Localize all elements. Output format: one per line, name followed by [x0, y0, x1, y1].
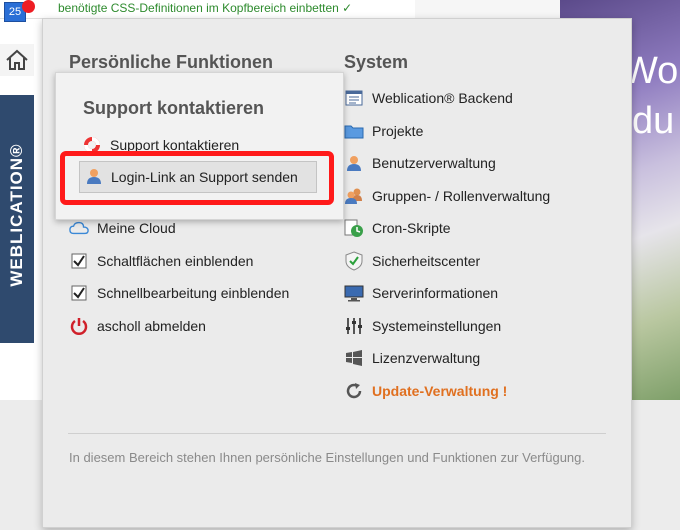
- menu-item-label: ascholl abmelden: [97, 318, 206, 334]
- monitor-icon: [344, 283, 364, 303]
- menu-item-projects[interactable]: Projekte: [344, 119, 423, 143]
- menu-item-license[interactable]: Lizenzverwaltung: [344, 346, 480, 370]
- menu-item-label: Cron-Skripte: [372, 220, 451, 236]
- menu-item-label: Weblication® Backend: [372, 90, 513, 106]
- brand-label: WEBLICATION®: [7, 143, 26, 287]
- license-icon: [344, 348, 364, 368]
- menu-item-logout[interactable]: ascholl abmelden: [69, 314, 206, 338]
- user-icon: [344, 153, 364, 173]
- status-message: benötigte CSS-Definitionen im Kopfbereic…: [58, 1, 353, 15]
- cron-clock-icon: [344, 218, 364, 238]
- top-status-bar: benötigte CSS-Definitionen im Kopfbereic…: [0, 0, 415, 19]
- menu-item-label: Serverinformationen: [372, 285, 499, 301]
- sliders-icon: [344, 316, 364, 336]
- menu-item-label: Update-Verwaltung !: [372, 383, 508, 399]
- checkbox-checked-icon: [69, 251, 89, 271]
- personal-functions-title: Persönliche Funktionen: [69, 52, 274, 72]
- menu-item-cron-scripts[interactable]: Cron-Skripte: [344, 216, 451, 240]
- refresh-icon: [344, 381, 364, 401]
- group-icon: [344, 186, 364, 206]
- notification-count: 25: [8, 6, 22, 18]
- menu-item-toggle-quickedit[interactable]: Schnellbearbeitung einblenden: [69, 281, 289, 305]
- menu-item-server-info[interactable]: Serverinformationen: [344, 281, 498, 305]
- menu-item-label: Schaltflächen einblenden: [97, 253, 254, 269]
- menu-item-groups-roles[interactable]: Gruppen- / Rollenverwaltung: [344, 184, 550, 208]
- menu-item-label: Gruppen- / Rollenverwaltung: [372, 188, 551, 204]
- notification-badge[interactable]: 25: [4, 0, 35, 22]
- notification-dot: [22, 0, 35, 13]
- backend-icon: [344, 88, 364, 108]
- menu-item-label: Projekte: [372, 123, 424, 139]
- panel-divider: [68, 433, 606, 434]
- menu-item-toggle-buttons[interactable]: Schaltflächen einblenden: [69, 249, 253, 273]
- menu-item-security-center[interactable]: Sicherheitscenter: [344, 249, 480, 273]
- menu-item-label: Lizenzverwaltung: [372, 350, 481, 366]
- menu-item-users[interactable]: Benutzerverwaltung: [344, 151, 496, 175]
- menu-item-label: Schnellbearbeitung einblenden: [97, 285, 290, 301]
- top-status-bar-right: [415, 0, 560, 19]
- background-heading-line2: du: [632, 100, 675, 142]
- home-button[interactable]: [0, 44, 34, 76]
- menu-item-update-management[interactable]: Update-Verwaltung !: [344, 379, 507, 403]
- panel-footer-text: In diesem Bereich stehen Ihnen persönlic…: [69, 450, 586, 465]
- folder-icon: [344, 121, 364, 141]
- home-icon: [6, 49, 28, 70]
- system-title: System: [344, 52, 409, 72]
- power-icon: [69, 316, 89, 336]
- menu-item-label: Systemeinstellungen: [372, 318, 502, 334]
- cloud-icon: [69, 218, 89, 238]
- popup-title: Support kontaktieren: [83, 98, 265, 118]
- menu-item-label: Meine Cloud: [97, 220, 176, 236]
- checkbox-checked-icon: [69, 283, 89, 303]
- menu-item-backend[interactable]: Weblication® Backend: [344, 86, 513, 110]
- weblication-sidebar[interactable]: WEBLICATION®: [0, 95, 34, 343]
- menu-item-label: Sicherheitscenter: [372, 253, 481, 269]
- menu-item-label: Benutzerverwaltung: [372, 155, 496, 171]
- shield-icon: [344, 251, 364, 271]
- highlight-frame: [60, 151, 334, 205]
- menu-item-system-settings[interactable]: Systemeinstellungen: [344, 314, 501, 338]
